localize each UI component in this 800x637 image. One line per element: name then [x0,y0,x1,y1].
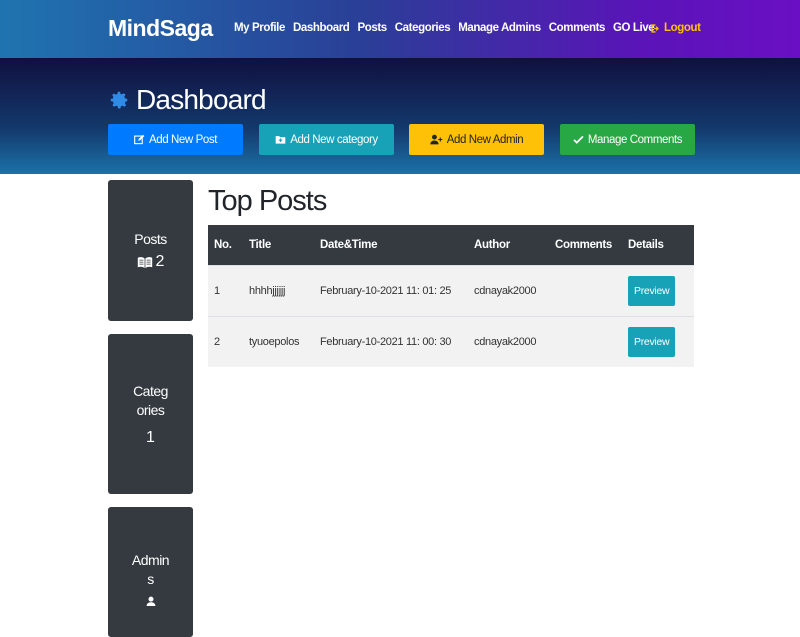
cell-title: hhhhjjjjjj [249,284,286,297]
stat-posts-value-row: 2 [137,253,165,271]
stat-admins-label: Admins [131,552,170,587]
manage-comments-label: Manage Comments [587,133,683,146]
add-new-admin-button[interactable]: Add New Admin [409,124,544,155]
stat-categories-value-row: 1 [146,429,155,447]
top-posts-title: Top Posts [208,185,327,217]
column-comments: Comments [555,238,613,251]
logout-icon [651,23,659,33]
logout-link[interactable]: Logout [650,22,701,34]
gear-icon [110,91,128,109]
user-icon [146,596,155,606]
user-plus-icon [430,134,443,145]
page-title-text: Dashboard [136,84,267,115]
check-icon [573,135,584,144]
add-new-admin-label: Add New Admin [446,133,524,146]
cell-no: 2 [214,335,220,348]
add-new-post-label: Add New Post [148,133,218,146]
cell-title: tyuoepolos [249,335,300,348]
stat-categories-value: 1 [146,428,155,446]
column-details: Details [628,238,664,251]
top-posts-table: No. Title Date&Time Author Comments Deta… [208,225,694,367]
add-new-post-button[interactable]: Add New Post [108,124,243,155]
column-author: Author [474,238,510,251]
add-new-category-label: Add New category [290,133,378,146]
action-buttons: Add New Post Add New category Add New Ad… [108,124,695,155]
stat-card-admins: Admins [108,507,193,637]
page-title: Dashboard [108,84,267,116]
nav-links: My Profile Dashboard Posts Categories Ma… [234,22,655,34]
cell-no: 1 [214,284,220,297]
folder-plus-icon [275,136,286,144]
nav-dashboard[interactable]: Dashboard [293,22,350,34]
logout-label: Logout [664,22,701,34]
nav-comments[interactable]: Comments [549,22,606,34]
stat-posts-label: Posts [134,231,167,247]
stat-posts-value: 2 [155,253,165,270]
nav-manage-admins[interactable]: Manage Admins [458,22,541,34]
cell-details: Preview [622,265,694,316]
table-row: 1 hhhhjjjjjj February-10-2021 11: 01: 25… [208,265,694,316]
add-new-category-button[interactable]: Add New category [259,124,394,155]
stat-card-categories: Categories 1 [108,334,193,494]
navbar: MindSaga My Profile Dashboard Posts Cate… [0,0,800,58]
nav-my-profile[interactable]: My Profile [234,22,285,34]
stat-card-posts: Posts 2 [108,180,193,321]
cell-datetime: February-10-2021 11: 01: 25 [320,284,452,297]
preview-button[interactable]: Preview [628,275,676,306]
table-header-row: No. Title Date&Time Author Comments Deta… [208,225,694,265]
column-title: Title [249,238,271,251]
cell-comments [549,265,622,316]
brand-logo[interactable]: MindSaga [108,15,213,42]
stat-categories-label: Categories [133,382,168,418]
nav-posts[interactable]: Posts [357,22,387,34]
header-band: Dashboard Add New Post Add New category … [0,58,800,174]
cell-comments [549,316,622,367]
manage-comments-button[interactable]: Manage Comments [560,124,695,155]
cell-details: Preview [622,316,694,367]
cell-author: cdnayak2000 [474,335,537,348]
cell-datetime: February-10-2021 11: 00: 30 [320,335,452,348]
preview-button[interactable]: Preview [628,326,676,357]
book-icon [137,256,152,268]
table-row: 2 tyuoepolos February-10-2021 11: 00: 30… [208,316,694,367]
column-no: No. [214,238,232,251]
nav-go-live[interactable]: GO Live [613,22,655,34]
edit-icon [134,134,145,145]
nav-categories[interactable]: Categories [395,22,451,34]
column-datetime: Date&Time [320,238,378,251]
cell-author: cdnayak2000 [474,284,537,297]
